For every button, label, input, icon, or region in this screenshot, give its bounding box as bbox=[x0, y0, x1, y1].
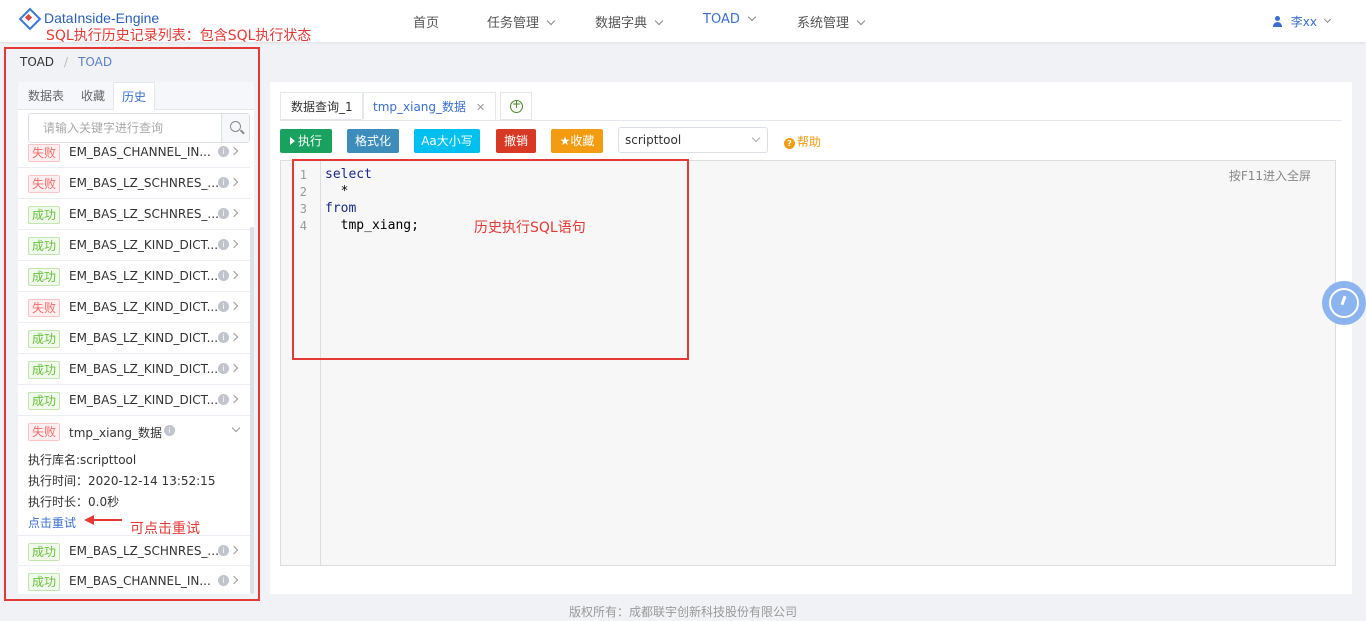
tab-tmp-xiang[interactable]: tmp_xiang_数据 ✕ bbox=[362, 92, 497, 120]
help-link[interactable]: ? 帮助 bbox=[784, 133, 821, 150]
floating-dashboard-icon[interactable] bbox=[1322, 281, 1366, 325]
chevron-down-icon bbox=[654, 16, 664, 26]
close-icon[interactable]: ✕ bbox=[476, 101, 485, 114]
undo-button[interactable]: 撤销 bbox=[496, 129, 536, 153]
chevron-down-icon bbox=[1323, 15, 1332, 24]
annotation-history-sql: 历史执行SQL语句 bbox=[474, 220, 586, 236]
add-tab-icon[interactable] bbox=[500, 92, 532, 120]
chevron-down-icon bbox=[751, 133, 761, 143]
format-button[interactable]: 格式化 bbox=[347, 129, 399, 153]
nav-item-task-management[interactable]: 任务管理 bbox=[487, 12, 556, 31]
annotation-box-sql bbox=[292, 159, 689, 360]
user-name: 李xx bbox=[1290, 15, 1317, 29]
nav-item-home[interactable]: 首页 bbox=[413, 12, 439, 31]
chevron-down-icon bbox=[546, 16, 556, 26]
chevron-down-icon bbox=[856, 16, 866, 26]
run-button[interactable]: 执行 bbox=[280, 129, 332, 153]
annotation-history-list: SQL执行历史记录列表：包含SQL执行状态 bbox=[46, 28, 312, 44]
play-icon bbox=[289, 137, 295, 145]
question-icon: ? bbox=[784, 138, 795, 149]
tab-query-1[interactable]: 数据查询_1 bbox=[280, 92, 364, 120]
favorite-button[interactable]: ★收藏 bbox=[551, 129, 603, 153]
user-menu[interactable]: 李xx bbox=[1272, 13, 1332, 30]
nav-item-system-management[interactable]: 系统管理 bbox=[797, 12, 866, 31]
fullscreen-hint: 按F11进入全屏 bbox=[1228, 169, 1311, 183]
user-icon bbox=[1272, 16, 1283, 27]
nav-item-toad[interactable]: TOAD bbox=[703, 12, 757, 27]
app-title: DataInside-Engine bbox=[44, 10, 160, 26]
chevron-down-icon bbox=[747, 12, 757, 22]
logo-icon bbox=[20, 9, 38, 27]
case-button[interactable]: Aa大小写 bbox=[414, 129, 480, 153]
datasource-select[interactable]: scripttool bbox=[618, 127, 768, 153]
nav-item-data-dictionary[interactable]: 数据字典 bbox=[595, 12, 664, 31]
tab-divider bbox=[280, 120, 1342, 121]
annotation-retry-hint: 可点击重试 bbox=[130, 521, 200, 537]
annotation-arrow bbox=[84, 515, 122, 525]
footer-copyright: 版权所有：成都联宇创新科技股份有限公司 bbox=[568, 605, 797, 619]
